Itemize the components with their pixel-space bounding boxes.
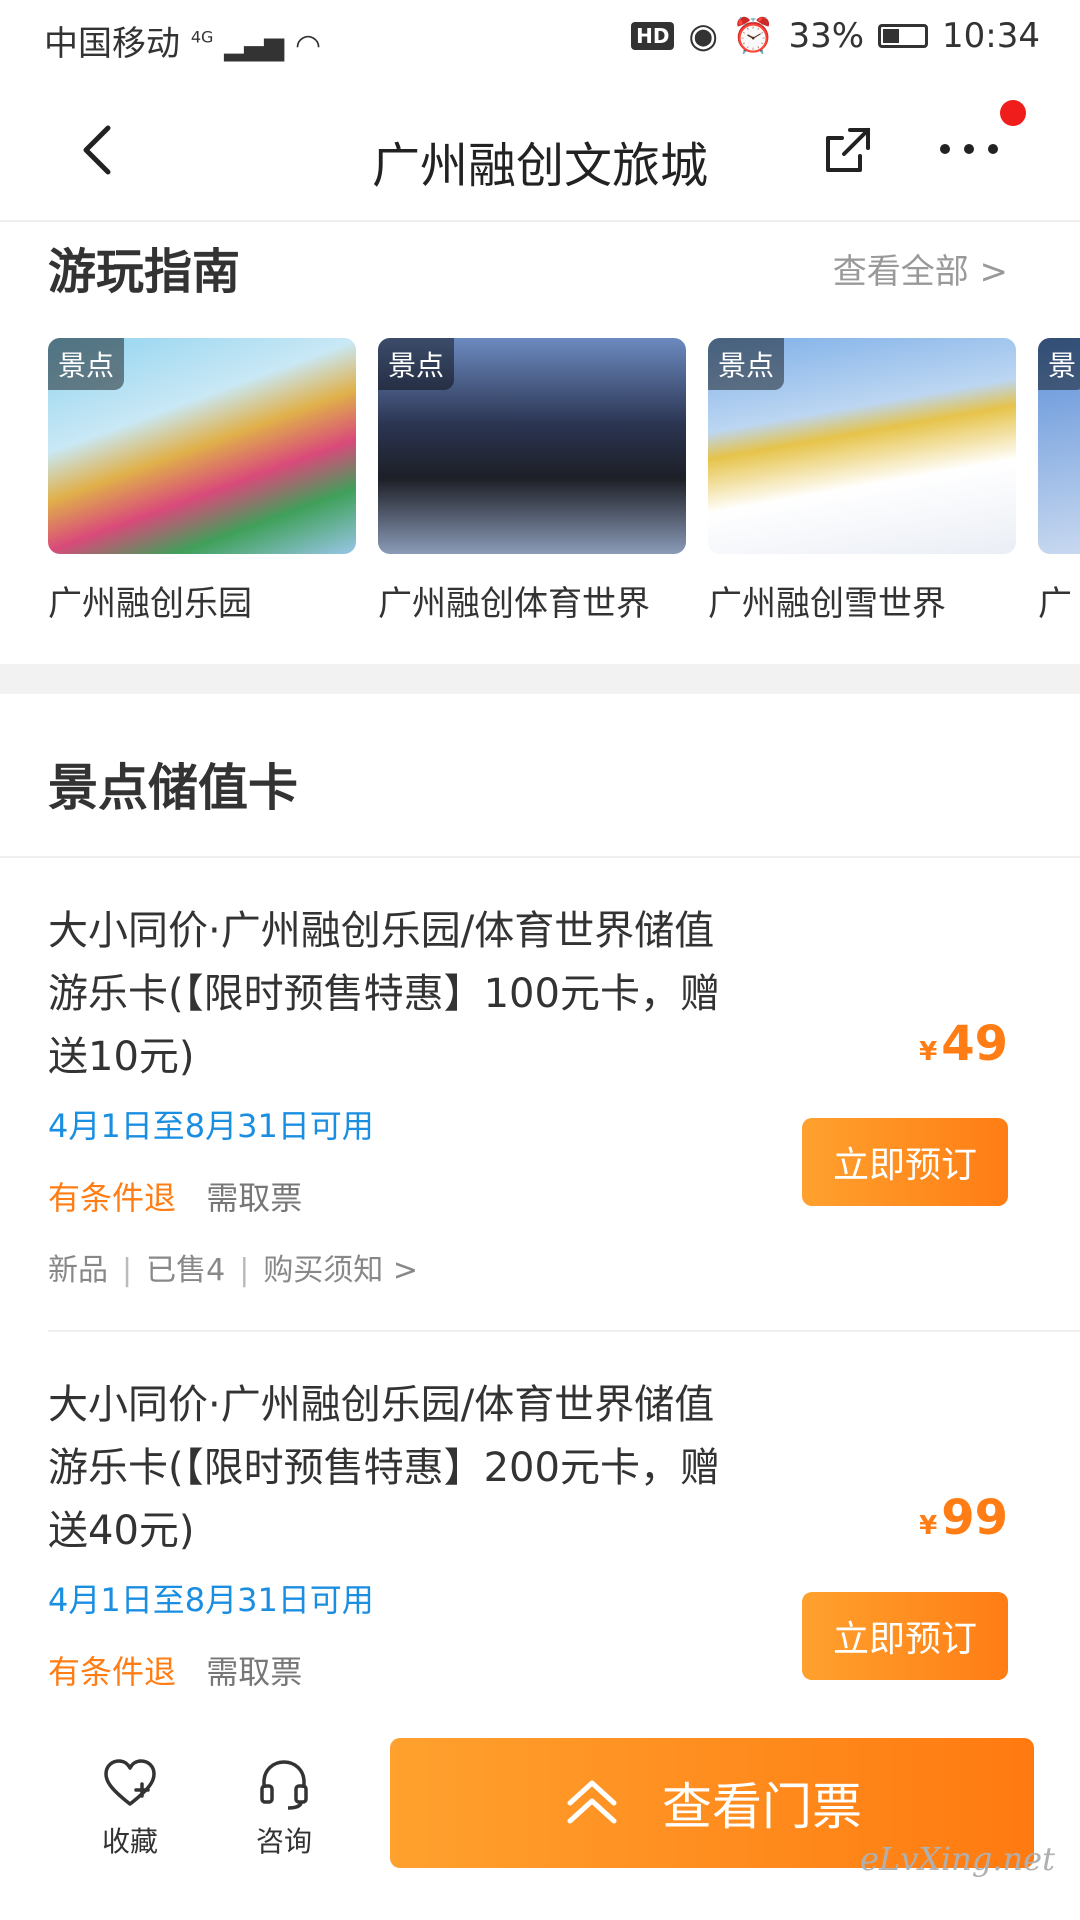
price-value: 99	[941, 1490, 1008, 1546]
headset-icon	[260, 1760, 308, 1810]
view-tickets-label: 查看门票	[662, 1778, 862, 1836]
page-title: 广州融创文旅城	[371, 138, 708, 194]
currency-symbol: ¥	[919, 1511, 938, 1541]
share-icon	[826, 128, 870, 172]
guide-card-image: 景点	[378, 338, 686, 554]
watermark: eLvXing.net	[860, 1840, 1055, 1878]
guide-card-name: 广州融创乐园	[48, 584, 252, 624]
currency-symbol: ¥	[919, 1037, 938, 1067]
consult-button[interactable]: 咨询	[224, 1756, 344, 1860]
guide-section-title: 游玩指南	[48, 244, 241, 300]
eye-icon: ◉	[688, 16, 719, 56]
product-item[interactable]: 大小同价·广州融创乐园/体育世界储值游乐卡(【限时预售特惠】100元卡，赠送10…	[48, 900, 1048, 1289]
ticket-tag: 需取票	[206, 1179, 303, 1217]
double-chevron-up-icon	[567, 1780, 617, 1824]
guide-card-list: 景点 广州融创乐园 景点 广州融创体育世界 景点 广州融创雪世界 景 广	[48, 338, 1080, 638]
view-all-link[interactable]: 查看全部 >	[833, 244, 1008, 293]
product-meta: 新品 | 已售4 | 购买须知 >	[48, 1245, 1048, 1289]
product-name: 大小同价·广州融创乐园/体育世界储值游乐卡(【限时预售特惠】200元卡，赠送40…	[48, 1382, 720, 1554]
guide-card-name: 广	[1038, 584, 1072, 624]
more-button[interactable]	[940, 144, 998, 154]
sold-count: 已售4	[146, 1253, 226, 1288]
status-bar: 中国移动 4G ▂▄▆ ◠ HD ◉ ⏰ 33% 10:34	[0, 0, 1080, 80]
purchase-notice-link[interactable]: 购买须知 >	[263, 1253, 418, 1288]
guide-card[interactable]: 景点 广州融创乐园	[48, 338, 356, 625]
battery-icon	[878, 24, 929, 48]
signal-icon: ▂▄▆	[224, 32, 285, 62]
heart-plus-icon	[104, 1759, 156, 1806]
divider	[0, 856, 1080, 858]
guide-card-tag: 景	[1038, 338, 1080, 390]
status-right: HD ◉ ⏰ 33% 10:34	[631, 16, 1040, 56]
product-name: 大小同价·广州融创乐园/体育世界储值游乐卡(【限时预售特惠】100元卡，赠送10…	[48, 908, 720, 1080]
hd-icon: HD	[631, 22, 675, 50]
product-price: ¥49	[919, 1016, 1008, 1072]
guide-card[interactable]: 景点 广州融创体育世界	[378, 338, 686, 625]
more-dot-icon	[940, 144, 950, 154]
battery-percent: 33%	[788, 16, 865, 56]
consult-label: 咨询	[255, 1825, 312, 1858]
status-carrier: 中国移动 4G ▂▄▆ ◠	[44, 16, 321, 65]
network-type: 4G	[190, 27, 214, 47]
more-dot-icon	[988, 144, 998, 154]
bottom-bar: 收藏 咨询 查看门票	[0, 1720, 1080, 1920]
guide-card-tag: 景点	[48, 338, 125, 390]
guide-card-image: 景点	[48, 338, 356, 554]
more-dot-icon	[964, 144, 974, 154]
product-price: ¥99	[919, 1490, 1008, 1546]
book-now-button[interactable]: 立即预订	[802, 1592, 1008, 1680]
price-value: 49	[941, 1016, 1008, 1072]
share-button[interactable]	[820, 122, 876, 178]
guide-card-image: 景	[1038, 338, 1080, 554]
alarm-icon: ⏰	[732, 16, 775, 56]
guide-card[interactable]: 景 广	[1038, 338, 1080, 625]
guide-card-tag: 景点	[378, 338, 455, 390]
guide-card-image: 景点	[708, 338, 1016, 554]
guide-card[interactable]: 景点 广州融创雪世界	[708, 338, 1016, 625]
book-now-button[interactable]: 立即预订	[802, 1118, 1008, 1206]
section-divider	[0, 664, 1080, 694]
separator: |	[122, 1253, 133, 1288]
ticket-tag: 需取票	[206, 1653, 303, 1691]
guide-card-tag: 景点	[708, 338, 785, 390]
favorite-label: 收藏	[101, 1825, 158, 1858]
new-label: 新品	[48, 1253, 108, 1288]
favorite-button[interactable]: 收藏	[70, 1756, 190, 1860]
separator: |	[239, 1253, 250, 1288]
refund-tag: 有条件退	[48, 1653, 177, 1691]
notification-dot	[1000, 100, 1026, 126]
nav-bar: 广州融创文旅城	[0, 80, 1080, 222]
stored-value-section-title: 景点储值卡	[48, 759, 298, 817]
guide-card-name: 广州融创雪世界	[708, 584, 946, 624]
guide-card-name: 广州融创体育世界	[378, 584, 650, 624]
refund-tag: 有条件退	[48, 1179, 177, 1217]
wifi-icon: ◠	[295, 28, 322, 63]
product-item[interactable]: 大小同价·广州融创乐园/体育世界储值游乐卡(【限时预售特惠】200元卡，赠送40…	[48, 1374, 1048, 1693]
carrier-name: 中国移动	[44, 24, 180, 64]
divider	[48, 1330, 1080, 1332]
clock: 10:34	[942, 16, 1040, 56]
